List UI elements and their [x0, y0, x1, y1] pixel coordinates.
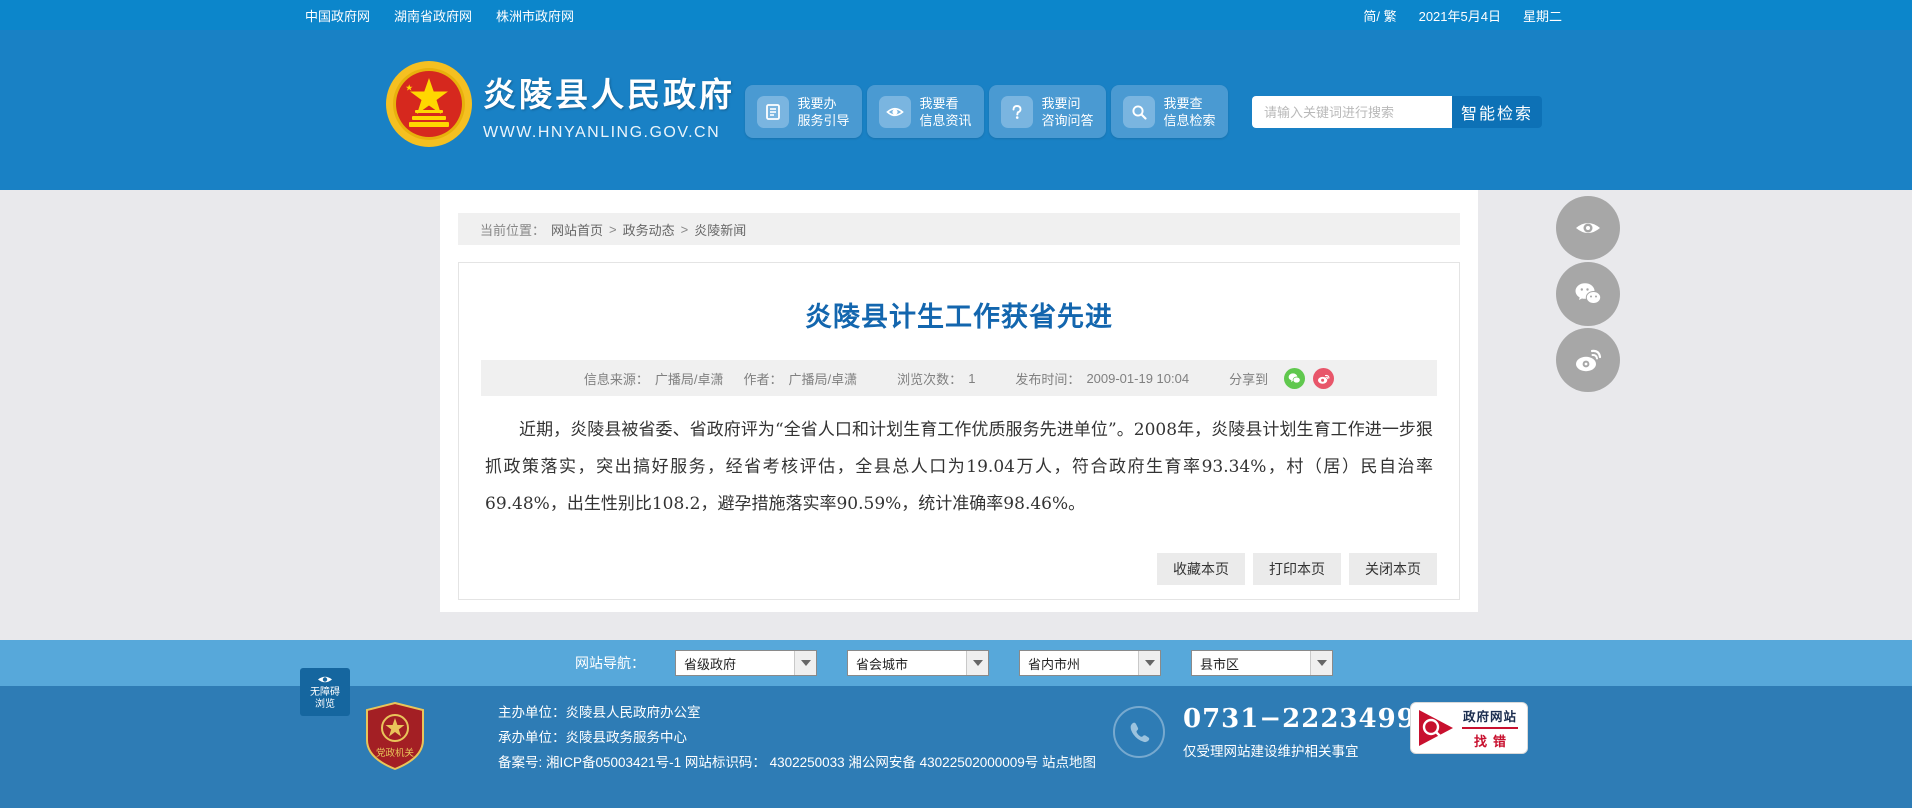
search-icon: [1123, 95, 1156, 128]
site-url: WWW.HNYANLING.GOV.CN: [483, 124, 721, 141]
meta-source-value: 广播局/卓潇: [654, 371, 724, 387]
gov-site-error-report-badge[interactable]: 政府网站 找错: [1410, 702, 1528, 754]
organizer-line: 承办单位：炎陵县政务服务中心: [498, 730, 687, 745]
site-header: 炎陵县人民政府 WWW.HNYANLING.GOV.CN 我要办 服务引导 我要…: [0, 30, 1912, 190]
article-body: 近期，炎陵县被省委、省政府评为“全省人口和计划生育工作优质服务先进单位”。200…: [485, 420, 1433, 514]
breadcrumb-label: 当前位置：: [480, 222, 546, 238]
footer: 无障碍 浏览 党政机关 主办单位：炎陵县人民政府办公室 承办单位：炎陵县政务服务…: [0, 668, 1912, 808]
service-button-cha[interactable]: 我要查 信息检索: [1111, 85, 1228, 138]
breadcrumb-news[interactable]: 炎陵新闻: [694, 220, 746, 239]
phone-note: 仅受理网站建设维护相关事宜: [1183, 744, 1359, 759]
share-label: 分享到: [1229, 371, 1269, 387]
topbar-right: 简/ 繁 2021年5月4日 星期二: [1363, 0, 1562, 30]
service-label: 我要办 服务引导: [797, 95, 850, 128]
current-weekday: 星期二: [1522, 8, 1562, 24]
divider: [1462, 727, 1518, 729]
lang-toggle[interactable]: 简/ 繁: [1363, 6, 1396, 25]
floating-sidebar: [1556, 196, 1620, 392]
weibo-icon[interactable]: [1556, 328, 1620, 392]
meta-author-value: 广播局/卓潇: [788, 371, 858, 387]
link-hunan-gov[interactable]: 湖南省政府网: [394, 6, 472, 25]
meta-author-label: 作者：: [743, 371, 783, 387]
top-utility-bar: 中国政府网 湖南省政府网 株洲市政府网 简/ 繁 2021年5月4日 星期二: [0, 0, 1912, 30]
search-input[interactable]: [1252, 96, 1452, 128]
chevron-down-icon[interactable]: [1138, 651, 1160, 675]
error-badge-text: 政府网站 找错: [1462, 710, 1518, 749]
select-value: 省会城市: [856, 656, 909, 672]
party-gov-badge[interactable]: 党政机关: [364, 702, 426, 770]
breadcrumb-separator: >: [680, 221, 689, 237]
question-icon: [1001, 95, 1034, 128]
wechat-icon[interactable]: [1284, 367, 1306, 389]
content-panel: 当前位置： 网站首页 > 政务动态 > 炎陵新闻 炎陵县计生工作获省先进 信息来…: [440, 190, 1478, 612]
error-report-icon: [1419, 710, 1453, 746]
select-value: 省内市州: [1028, 656, 1081, 672]
site-search: 智能检索: [1252, 96, 1542, 128]
breadcrumb-home[interactable]: 网站首页: [551, 220, 603, 239]
meta-publish-label: 发布时间：: [1015, 371, 1081, 387]
chevron-down-icon[interactable]: [794, 651, 816, 675]
chevron-down-icon[interactable]: [966, 651, 988, 675]
chevron-down-icon[interactable]: [1310, 651, 1332, 675]
gov-links: 中国政府网 湖南省政府网 株洲市政府网: [305, 0, 574, 30]
main-content-band: 当前位置： 网站首页 > 政务动态 > 炎陵新闻 炎陵县计生工作获省先进 信息来…: [0, 190, 1912, 640]
print-page-button[interactable]: 打印本页: [1253, 553, 1341, 585]
meta-publish-value: 2009-01-19 10:04: [1086, 370, 1190, 386]
bookmark-page-button[interactable]: 收藏本页: [1157, 553, 1245, 585]
link-china-gov[interactable]: 中国政府网: [305, 6, 370, 25]
accessibility-button[interactable]: 无障碍 浏览: [300, 668, 350, 716]
footer-info: 主办单位：炎陵县人民政府办公室 承办单位：炎陵县政务服务中心 备案号: 湘ICP…: [498, 700, 1096, 775]
service-button-banli[interactable]: 我要办 服务引导: [745, 85, 862, 138]
service-button-kan[interactable]: 我要看 信息资讯: [867, 85, 984, 138]
quick-service-buttons: 我要办 服务引导 我要看 信息资讯 我要问 咨询问答 我要查 信息检索: [745, 85, 1228, 138]
select-value: 县市区: [1200, 656, 1240, 672]
service-label: 我要查 信息检索: [1163, 95, 1216, 128]
site-identity: 炎陵县人民政府 WWW.HNYANLING.GOV.CN: [483, 68, 735, 142]
share-icons: [1284, 367, 1335, 389]
contact-phone-block: 0731−22234995 仅受理网站建设维护相关事宜: [1113, 704, 1435, 760]
breadcrumb-separator: >: [609, 221, 617, 237]
service-label: 我要看 信息资讯: [919, 95, 972, 128]
accessibility-label: 无障碍 浏览: [310, 686, 340, 710]
article-meta-bar: 信息来源： 广播局/卓潇 作者： 广播局/卓潇 浏览次数： 1 发布时间： 20…: [481, 360, 1437, 396]
breadcrumb: 当前位置： 网站首页 > 政务动态 > 炎陵新闻: [458, 213, 1460, 245]
shield-label: 党政机关: [376, 747, 415, 759]
sitemap-link[interactable]: 站点地图: [1042, 755, 1096, 770]
select-provincial-gov[interactable]: 省级政府: [675, 650, 817, 676]
icp-line: 备案号: 湘ICP备05003421号-1 网站标识码： 4302250033 …: [498, 755, 1097, 770]
weibo-icon[interactable]: [1313, 367, 1335, 389]
phone-number: 0731−22234995: [1183, 704, 1435, 734]
wechat-icon[interactable]: [1556, 262, 1620, 326]
article-title: 炎陵县计生工作获省先进: [805, 302, 1113, 332]
eye-icon[interactable]: [1556, 196, 1620, 260]
select-province-cities[interactable]: 省内市州: [1019, 650, 1161, 676]
current-date: 2021年5月4日: [1418, 8, 1501, 24]
footer-nav-band: 网站导航： 省级政府 省会城市 省内市州 县市区: [0, 640, 1912, 686]
select-capital-cities[interactable]: 省会城市: [847, 650, 989, 676]
article-card: 炎陵县计生工作获省先进 信息来源： 广播局/卓潇 作者： 广播局/卓潇 浏览次数…: [458, 262, 1460, 600]
nav-selects: 省级政府 省会城市 省内市州 县市区: [675, 650, 1333, 676]
service-label: 我要问 咨询问答: [1041, 95, 1094, 128]
meta-views-label: 浏览次数：: [897, 371, 963, 387]
select-value: 省级政府: [684, 656, 737, 672]
eye-icon: [318, 676, 332, 682]
breadcrumb-zhengwu[interactable]: 政务动态: [623, 220, 675, 239]
close-page-button[interactable]: 关闭本页: [1349, 553, 1437, 585]
document-icon: [757, 95, 790, 128]
meta-source-label: 信息来源：: [583, 371, 649, 387]
host-line: 主办单位：炎陵县人民政府办公室: [498, 705, 701, 720]
select-counties[interactable]: 县市区: [1191, 650, 1333, 676]
service-button-wen[interactable]: 我要问 咨询问答: [989, 85, 1106, 138]
site-name[interactable]: 炎陵县人民政府: [483, 68, 735, 116]
phone-icon: [1113, 706, 1165, 758]
national-emblem-logo[interactable]: [385, 58, 473, 150]
smart-search-button[interactable]: 智能检索: [1452, 96, 1542, 128]
site-nav-label: 网站导航：: [575, 655, 645, 671]
meta-views-value: 1: [968, 370, 976, 386]
link-zhuzhou-gov[interactable]: 株洲市政府网: [496, 6, 574, 25]
eye-icon: [879, 95, 912, 128]
article-actions: 收藏本页 打印本页 关闭本页: [1157, 553, 1437, 585]
